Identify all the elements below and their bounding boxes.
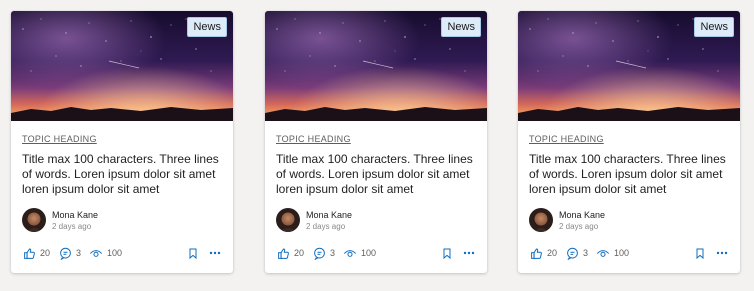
bookmark-icon[interactable] [693,246,707,260]
more-icon[interactable] [462,246,476,260]
bookmark-icon[interactable] [440,246,454,260]
news-card[interactable]: News TOPIC HEADING Title max 100 charact… [265,11,487,273]
hero-image: News [11,11,233,121]
avatar [22,208,46,232]
comment-icon[interactable] [58,246,72,260]
comment-icon[interactable] [312,246,326,260]
author-name: Mona Kane [306,210,353,220]
view-count: 100 [361,248,377,258]
action-bar: 20 3 100 [529,246,729,260]
card-title[interactable]: Title max 100 characters. Three lines of… [22,152,227,197]
author-name: Mona Kane [559,210,606,220]
comment-icon[interactable] [565,246,579,260]
post-date: 2 days ago [52,222,92,231]
view-count: 100 [614,248,630,258]
bookmark-icon[interactable] [186,246,200,260]
like-icon[interactable] [529,246,543,260]
more-icon[interactable] [208,246,222,260]
action-bar: 20 3 100 [22,246,222,260]
view-count: 100 [107,248,123,258]
action-bar: 20 3 100 [276,246,476,260]
like-icon[interactable] [276,246,290,260]
post-date: 2 days ago [559,222,599,231]
avatar [529,208,553,232]
post-date: 2 days ago [306,222,346,231]
avatar [276,208,300,232]
topic-heading-link[interactable]: TOPIC HEADING [529,134,604,144]
like-icon[interactable] [22,246,36,260]
news-card[interactable]: News TOPIC HEADING Title max 100 charact… [11,11,233,273]
like-count: 20 [40,248,51,258]
card-title[interactable]: Title max 100 characters. Three lines of… [276,152,481,197]
like-count: 20 [547,248,558,258]
topic-heading-link[interactable]: TOPIC HEADING [276,134,351,144]
news-card[interactable]: News TOPIC HEADING Title max 100 charact… [518,11,740,273]
news-badge: News [694,17,734,37]
card-title[interactable]: Title max 100 characters. Three lines of… [529,152,734,197]
author-name: Mona Kane [52,210,99,220]
comment-count: 3 [583,248,589,258]
like-count: 20 [294,248,305,258]
comment-count: 3 [330,248,336,258]
hero-image: News [265,11,487,121]
topic-heading-link[interactable]: TOPIC HEADING [22,134,97,144]
views-icon [596,246,610,260]
hero-image: News [518,11,740,121]
views-icon [343,246,357,260]
comment-count: 3 [76,248,82,258]
news-badge: News [441,17,481,37]
more-icon[interactable] [715,246,729,260]
views-icon [89,246,103,260]
news-badge: News [187,17,227,37]
